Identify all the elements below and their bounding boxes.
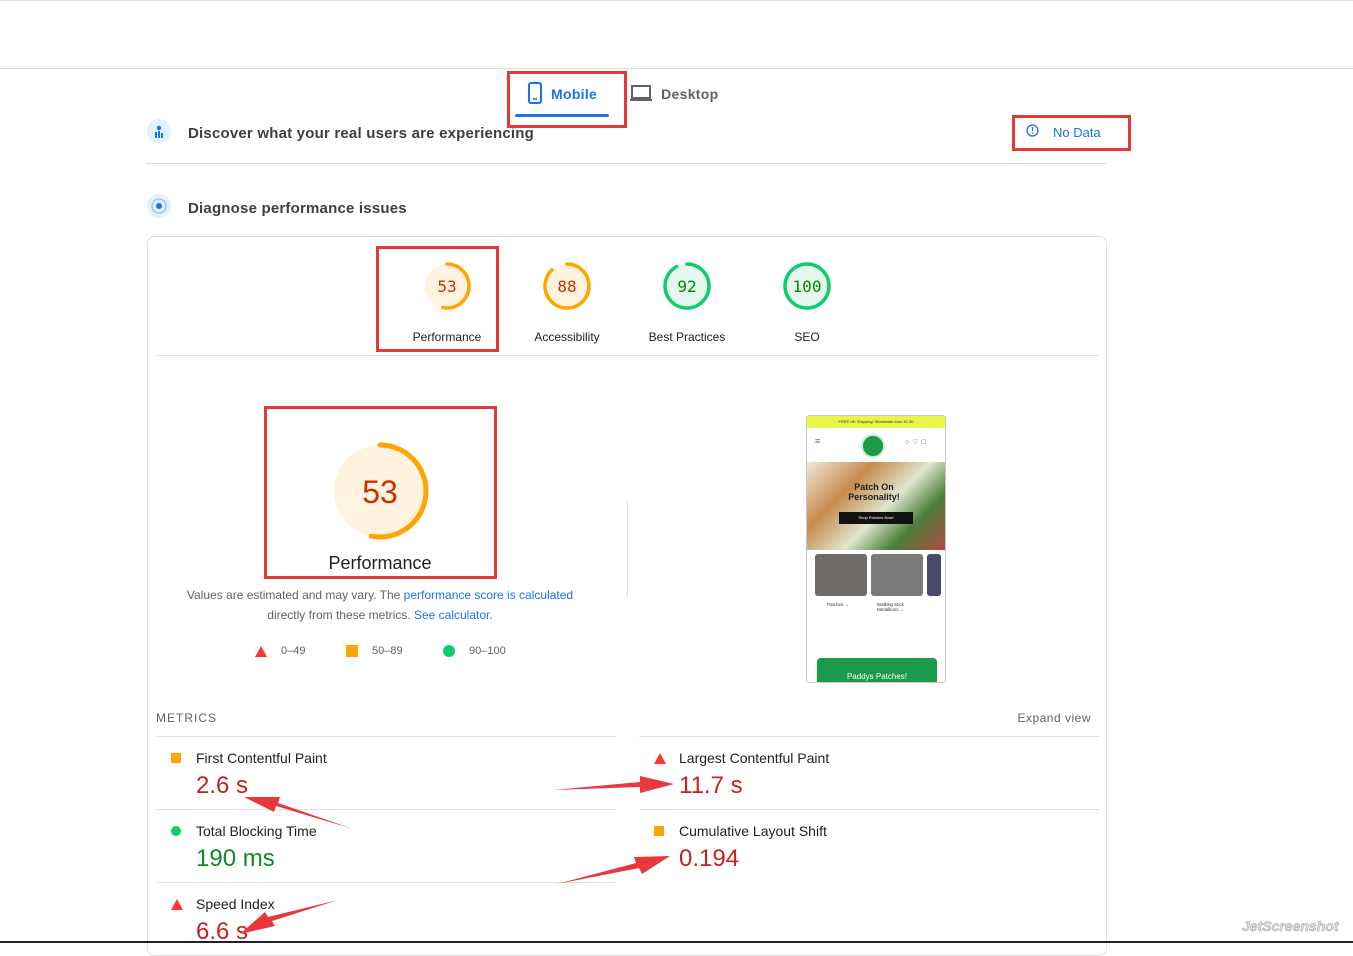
gauge-ring-best-practices: 92 — [663, 262, 711, 310]
watermark: JetScreenshot — [1242, 918, 1339, 935]
red-triangle-icon — [171, 899, 183, 910]
metric-fcp: First Contentful Paint 2.6 s — [156, 736, 616, 809]
legend-pass-range: 90–100 — [469, 645, 506, 657]
browser-top-bar — [0, 0, 1353, 69]
vertical-separator — [627, 501, 628, 597]
gauge-accessibility[interactable]: 88 Accessibility — [507, 261, 627, 344]
metric-si: Speed Index 6.6 s — [156, 882, 616, 955]
gauge-score-seo: 100 — [793, 277, 822, 296]
info-icon — [1026, 124, 1039, 140]
green-circle-icon — [171, 826, 181, 836]
metrics-title: METRICS — [156, 711, 217, 725]
legend-fail: 0–49 — [255, 645, 305, 657]
metric-name: First Contentful Paint — [196, 750, 327, 766]
gauge-ring-accessibility: 88 — [543, 262, 591, 310]
category-gauges: 53 Performance 88 Accessibility 92 Best … — [156, 237, 1099, 356]
device-tabs: Mobile Desktop — [515, 78, 730, 118]
score-explanation: Values are estimated and may vary. The p… — [178, 585, 582, 625]
hamburger-icon: ≡ — [815, 436, 821, 446]
orange-square-icon — [346, 645, 358, 657]
section-divider — [146, 163, 1107, 164]
metrics-header: METRICS Expand view — [156, 711, 1099, 725]
gauge-seo[interactable]: 100 SEO — [747, 261, 867, 344]
tile-captions: Patches → Walking Stick Medallions → — [807, 600, 945, 634]
gauge-performance[interactable]: 53 Performance — [387, 261, 507, 344]
metric-value: 2.6 s — [196, 772, 249, 799]
report-card: 53 Performance 88 Accessibility 92 Best … — [147, 236, 1107, 956]
site-logo — [861, 434, 885, 458]
gauge-score-best-practices: 92 — [677, 277, 696, 296]
patches-tile — [815, 554, 867, 596]
metric-value: 11.7 s — [679, 772, 743, 799]
orange-square-icon — [654, 826, 664, 836]
metric-value: 190 ms — [196, 845, 275, 872]
field-data-title: Discover what your real users are experi… — [188, 124, 535, 142]
metric-lcp: Largest Contentful Paint 11.7 s — [639, 736, 1099, 809]
explain-text-2: directly from these metrics. — [267, 608, 414, 622]
final-screenshot: FREE UK Shipping! Worldwide from £1.50 ≡… — [806, 415, 946, 683]
performance-score-link[interactable]: performance score is calculated — [404, 588, 573, 602]
hero-text: Patch On Personality! — [848, 482, 900, 502]
legend-pass: 90–100 — [443, 645, 506, 657]
metric-tbt: Total Blocking Time 190 ms — [156, 809, 616, 882]
red-triangle-icon — [654, 753, 666, 764]
gauge-label-performance: Performance — [412, 330, 482, 344]
metric-cls: Cumulative Layout Shift 0.194 — [639, 809, 1099, 882]
gauge-label-accessibility: Accessibility — [534, 330, 600, 344]
site-header: ≡ ○♡□ — [807, 428, 945, 462]
metric-name: Speed Index — [196, 896, 275, 912]
gauge-label-best-practices: Best Practices — [648, 330, 726, 344]
diagnose-icon — [146, 193, 172, 224]
legend-fail-range: 0–49 — [281, 645, 306, 657]
performance-big-gauge: 53 — [331, 442, 429, 540]
gauge-ring-seo: 100 — [783, 262, 831, 310]
site-banner: FREE UK Shipping! Worldwide from £1.50 — [807, 416, 945, 428]
tab-desktop-label: Desktop — [661, 86, 719, 102]
users-icon — [146, 118, 172, 149]
gauge-label-seo: SEO — [794, 330, 820, 344]
caption-patches: Patches → — [827, 602, 850, 607]
mobile-phone-icon — [527, 81, 543, 107]
lab-data-title: Diagnose performance issues — [188, 199, 407, 217]
big-gauge-label: Performance — [328, 553, 432, 573]
explain-text-1: Values are estimated and may vary. The — [186, 588, 404, 602]
legend-average: 50–89 — [346, 645, 403, 657]
hero-image: Patch On Personality! Shop Patches Now! — [807, 462, 945, 550]
partial-tile — [927, 554, 941, 596]
tab-mobile-label: Mobile — [551, 86, 598, 102]
orange-square-icon — [171, 753, 181, 763]
hero-button: Shop Patches Now! — [839, 512, 913, 524]
laptop-icon — [629, 84, 653, 105]
see-calculator-link[interactable]: See calculator. — [414, 608, 493, 622]
no-data-label: No Data — [1053, 124, 1101, 140]
gauge-score-accessibility: 88 — [557, 277, 576, 296]
red-triangle-icon — [255, 645, 267, 657]
gauge-score-performance: 53 — [437, 277, 456, 296]
tab-mobile[interactable]: Mobile — [515, 78, 610, 117]
metric-name: Largest Contentful Paint — [679, 750, 830, 766]
green-circle-icon — [443, 645, 455, 657]
gauge-ring-performance: 53 — [423, 262, 471, 310]
metric-name: Cumulative Layout Shift — [679, 823, 827, 839]
field-data-row: Discover what your real users are experi… — [146, 118, 1107, 149]
lab-data-row: Diagnose performance issues — [146, 193, 1107, 224]
no-data-status: No Data — [1026, 124, 1101, 140]
site-footer-button: Paddys Patches! — [817, 658, 937, 682]
expand-view-button[interactable]: Expand view — [1017, 711, 1099, 725]
gauge-best-practices[interactable]: 92 Best Practices — [627, 261, 747, 344]
medallions-tile — [871, 554, 923, 596]
metric-value: 0.194 — [679, 845, 740, 872]
metric-name: Total Blocking Time — [196, 823, 317, 839]
legend-average-range: 50–89 — [372, 645, 403, 657]
header-icons: ○♡□ — [905, 439, 929, 446]
caption-medallions: Walking Stick Medallions → — [877, 602, 905, 612]
big-gauge-score: 53 — [362, 474, 398, 510]
category-tiles — [807, 550, 945, 600]
tab-desktop[interactable]: Desktop — [617, 78, 730, 110]
